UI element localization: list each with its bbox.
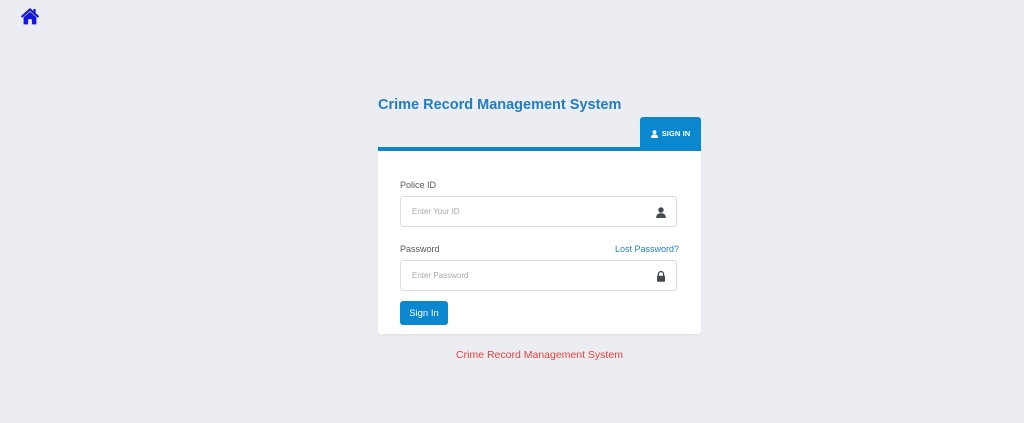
tab-sign-in-label: SIGN IN [661, 129, 691, 138]
footer-text: Crime Record Management System [456, 349, 623, 361]
password-label: Password [400, 244, 440, 254]
user-icon [650, 129, 658, 138]
police-id-field-wrapper [400, 196, 677, 227]
tab-sign-in[interactable]: SIGN IN [640, 117, 701, 150]
home-icon [20, 7, 40, 25]
lock-icon [656, 271, 666, 282]
home-link[interactable] [20, 7, 40, 25]
sign-in-button[interactable]: Sign In [400, 301, 448, 325]
login-title: Crime Record Management System [378, 97, 622, 113]
password-input[interactable] [401, 261, 676, 290]
password-field-wrapper [400, 260, 677, 291]
user-icon [656, 207, 666, 218]
police-id-input[interactable] [401, 197, 676, 226]
login-card: Police ID Password Lost Password? Sign I… [378, 147, 701, 334]
police-id-label: Police ID [400, 180, 437, 190]
lost-password-link[interactable]: Lost Password? [615, 244, 679, 254]
